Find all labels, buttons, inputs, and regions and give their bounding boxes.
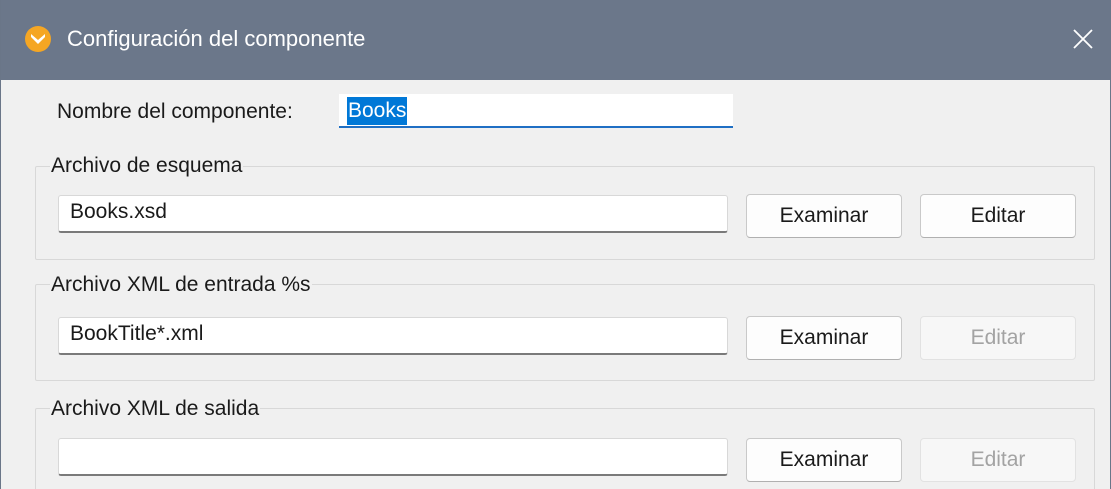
schema-file-legend: Archivo de esquema xyxy=(50,152,244,180)
component-name-value: Books xyxy=(347,97,408,125)
close-icon[interactable] xyxy=(1062,18,1104,60)
output-xml-field[interactable] xyxy=(58,438,728,476)
output-xml-legend: Archivo XML de salida xyxy=(50,395,261,423)
input-xml-legend: Archivo XML de entrada %s xyxy=(50,271,312,299)
window-title: Configuración del componente xyxy=(67,26,366,51)
component-settings-dialog: Configuración del componente Nombre del … xyxy=(0,0,1111,489)
app-logo-icon xyxy=(24,25,52,53)
output-xml-edit-button[interactable]: Editar xyxy=(920,438,1076,482)
input-xml-edit-button[interactable]: Editar xyxy=(920,316,1076,360)
input-xml-browse-button[interactable]: Examinar xyxy=(746,316,902,360)
schema-edit-button[interactable]: Editar xyxy=(920,194,1076,238)
schema-file-field[interactable]: Books.xsd xyxy=(58,195,728,233)
component-name-label: Nombre del componente: xyxy=(57,100,293,123)
schema-browse-button[interactable]: Examinar xyxy=(746,194,902,238)
component-name-input[interactable]: Books xyxy=(339,94,733,128)
title-bar[interactable]: Configuración del componente xyxy=(1,0,1110,80)
input-xml-field[interactable]: BookTitle*.xml xyxy=(58,317,728,355)
output-xml-browse-button[interactable]: Examinar xyxy=(746,438,902,482)
